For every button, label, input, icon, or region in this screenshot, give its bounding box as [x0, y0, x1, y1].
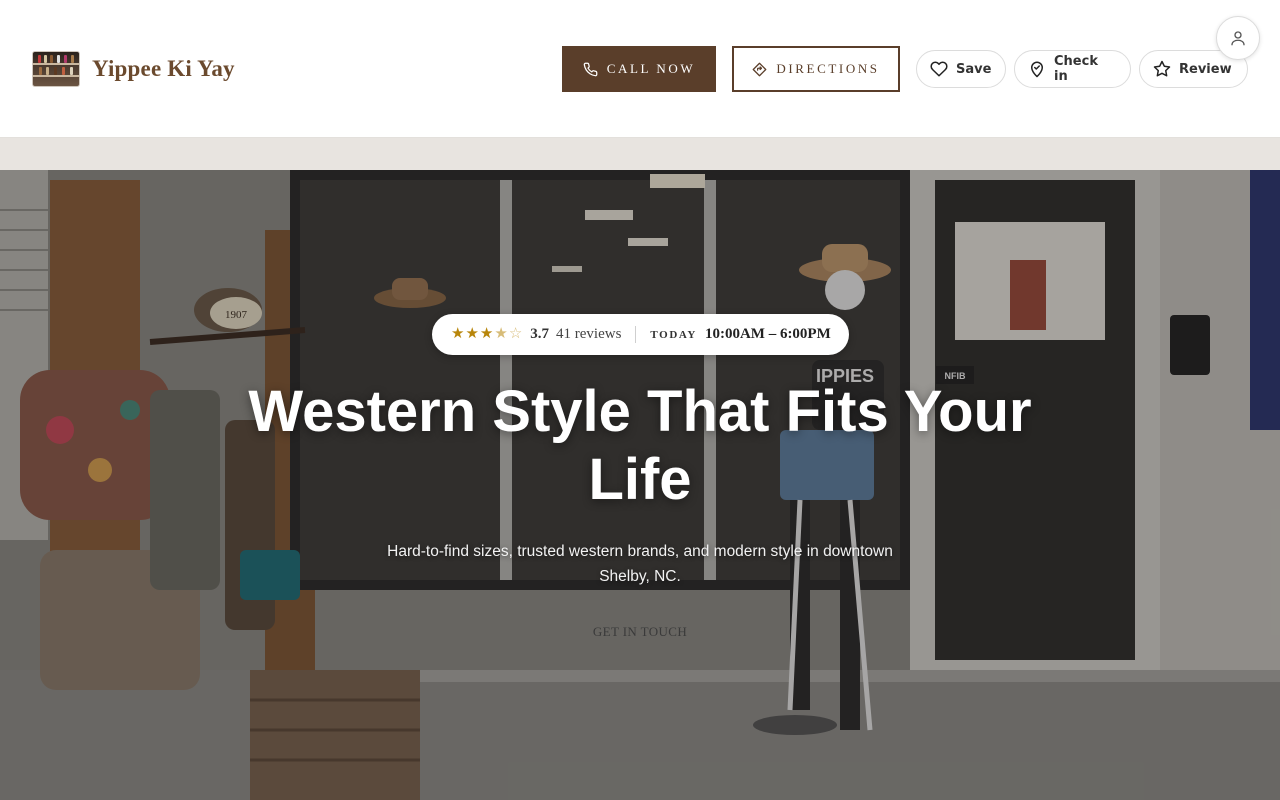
today-label: TODAY: [650, 328, 697, 341]
hero-section: 1907 IPPIES NFIB ★ ★ ★ ★ ☆ 3.7 41 review…: [0, 170, 1280, 800]
brand[interactable]: Yippee Ki Yay: [32, 51, 235, 87]
call-now-label: CALL NOW: [606, 61, 696, 76]
site-header: Yippee Ki Yay CALL NOW DIRECTIONS Save C…: [0, 0, 1280, 138]
directions-label: DIRECTIONS: [776, 61, 880, 76]
heart-icon: [930, 60, 948, 78]
rating-stars: ★ ★ ★ ★ ☆: [451, 327, 522, 342]
check-in-label: Check in: [1054, 54, 1098, 84]
hero-title: Western Style That Fits Your Life: [248, 379, 1032, 512]
save-label: Save: [956, 61, 992, 77]
star-icon: ★: [451, 326, 465, 342]
brand-logo-image: [32, 51, 80, 87]
user-icon: [1229, 29, 1247, 47]
header-divider-band: [0, 138, 1280, 170]
rating-score: 3.7: [530, 326, 550, 342]
get-in-touch-link[interactable]: GET IN TOUCH: [560, 624, 720, 640]
directions-icon: [752, 62, 767, 77]
opening-hours: 10:00AM – 6:00PM: [704, 326, 831, 342]
review-label: Review: [1179, 61, 1232, 77]
save-button[interactable]: Save: [916, 50, 1006, 88]
brand-name: Yippee Ki Yay: [92, 56, 235, 81]
star-icon: ★: [479, 326, 494, 342]
phone-icon: [583, 62, 598, 77]
directions-button[interactable]: DIRECTIONS: [732, 46, 900, 92]
star-icon: ★: [465, 326, 479, 342]
rating-hours-pill: ★ ★ ★ ★ ☆ 3.7 41 reviews TODAY 10:00AM –…: [432, 314, 849, 355]
star-icon: [1153, 60, 1171, 78]
pill-divider: [635, 326, 637, 343]
hero-subtitle: Hard-to-find sizes, trusted western bran…: [387, 543, 893, 585]
map-pin-check-icon: [1028, 60, 1046, 78]
star-empty-icon: ☆: [508, 326, 523, 342]
star-half-icon: ★: [494, 326, 508, 342]
account-button[interactable]: [1216, 16, 1260, 60]
review-count-link[interactable]: 41 reviews: [556, 326, 621, 343]
check-in-button[interactable]: Check in: [1014, 50, 1131, 88]
call-now-button[interactable]: CALL NOW: [562, 46, 716, 92]
